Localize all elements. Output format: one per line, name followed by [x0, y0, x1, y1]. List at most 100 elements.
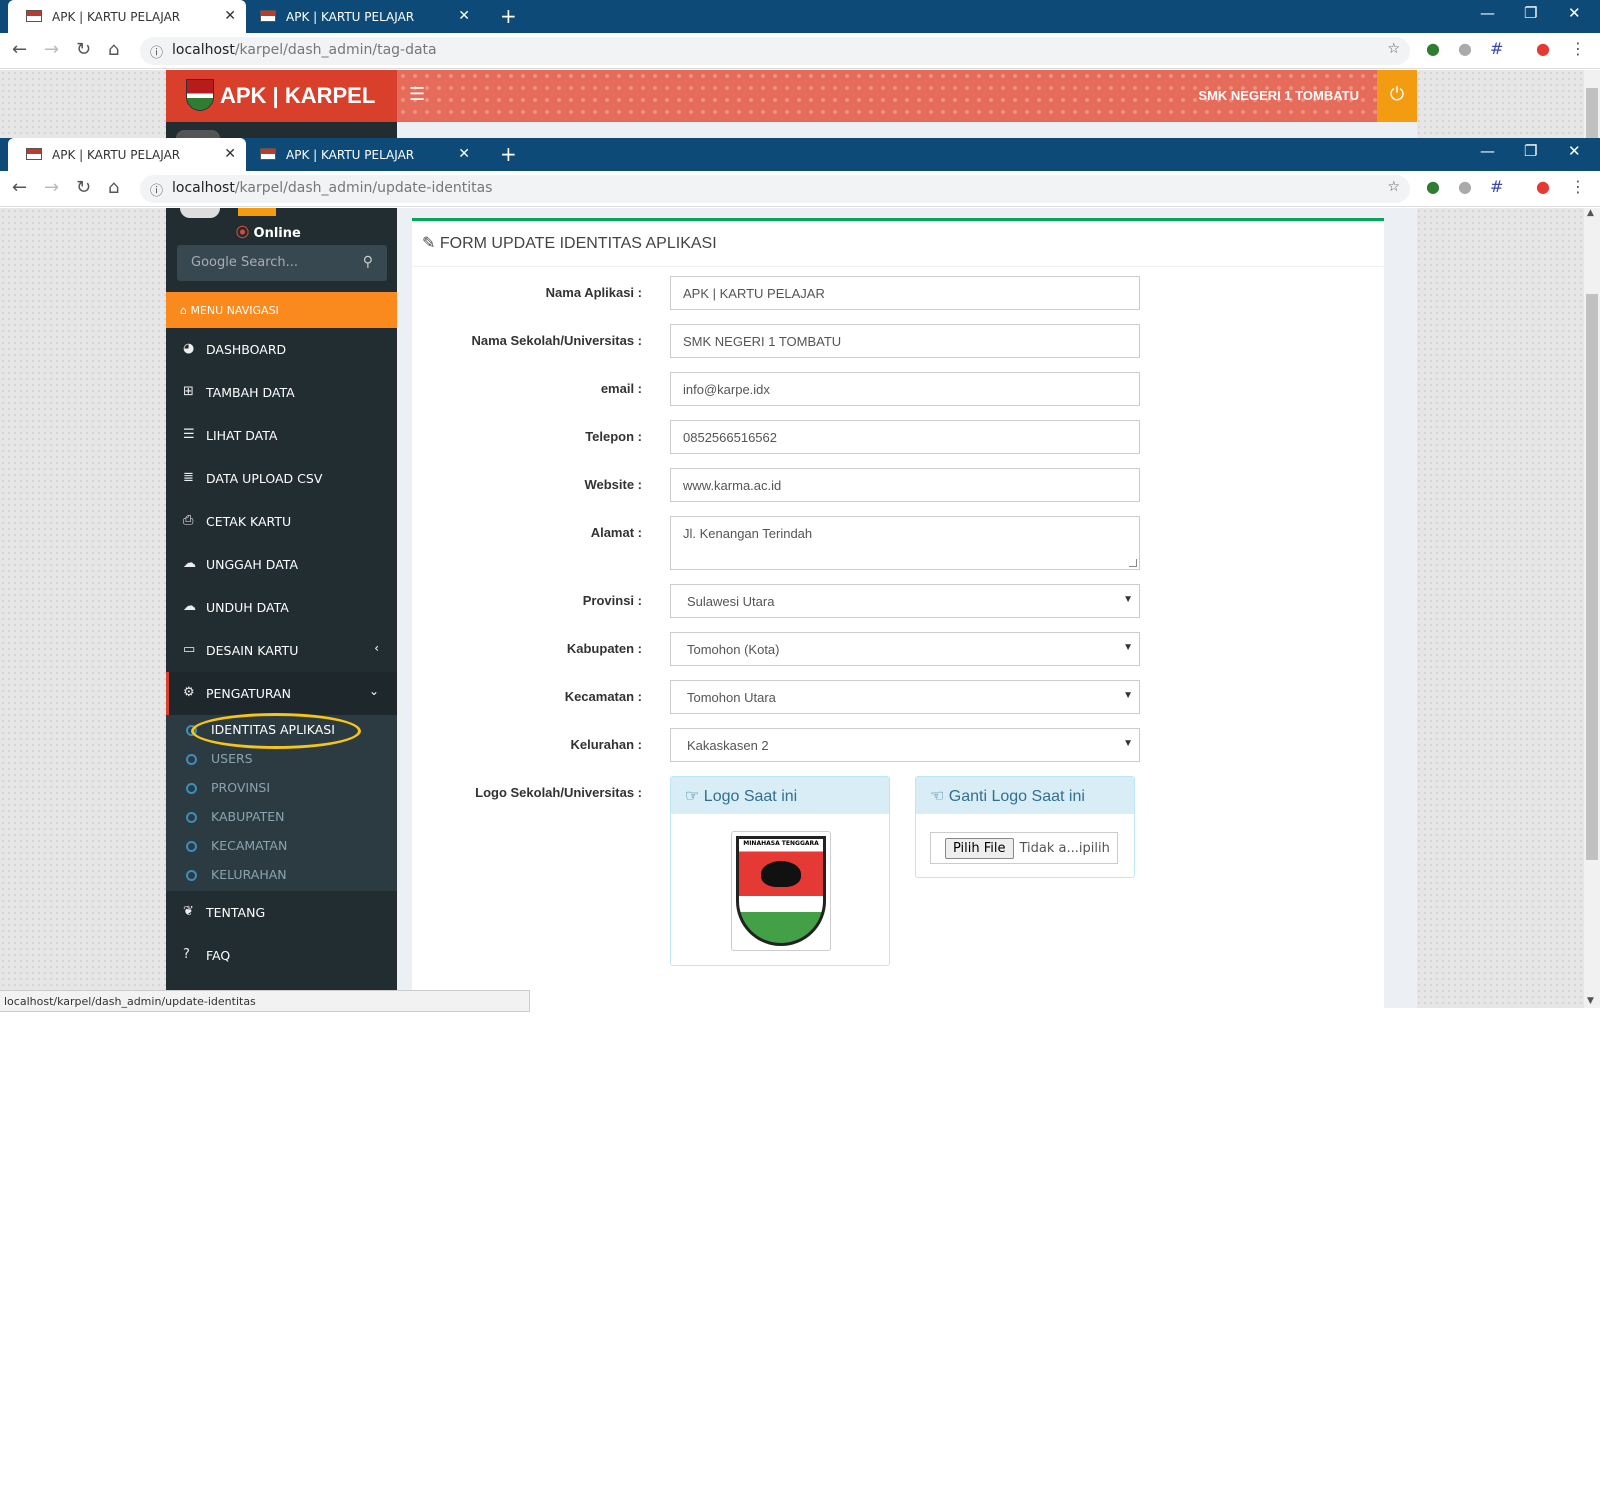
nama-aplikasi-input[interactable]: APK | KARTU PELAJAR [670, 276, 1140, 310]
extension-t-icon[interactable]: ● [1536, 39, 1550, 58]
circle-icon [186, 841, 197, 852]
website-input[interactable]: www.karma.ac.id [670, 468, 1140, 502]
sidebar-item-lihat-data[interactable]: ☰ LIHAT DATA [166, 414, 397, 457]
submenu-item-kecamatan[interactable]: KECAMATAN [166, 831, 397, 860]
info-icon[interactable]: ⓘ [150, 180, 163, 199]
menu-heading-text: MENU NAVIGASI [190, 304, 279, 317]
sidebar-item-pengaturan[interactable]: ⚙ PENGATURAN ⌄ [166, 672, 397, 715]
browser2-tab-2[interactable]: APK | KARTU PELAJAR ✕ [242, 138, 480, 171]
caret-down-icon: ▼ [1123, 690, 1133, 701]
new-tab-icon[interactable]: + [500, 142, 517, 166]
new-tab-icon[interactable]: + [500, 4, 517, 28]
extension-globe-icon[interactable]: ● [1426, 177, 1440, 196]
back-icon[interactable]: ← [12, 39, 27, 60]
browser2-tab-1[interactable]: APK | KARTU PELAJAR ✕ [8, 138, 246, 171]
scrollbar[interactable] [1584, 70, 1600, 138]
forward-icon[interactable]: → [44, 39, 59, 60]
reload-icon[interactable]: ↻ [76, 177, 91, 198]
extension-t-icon[interactable]: ● [1536, 177, 1550, 196]
sidebar-item-label: DESAIN KARTU [206, 643, 299, 658]
extension-grid-icon[interactable]: # [1490, 177, 1503, 196]
nama-sekolah-input[interactable]: SMK NEGERI 1 TOMBATU [670, 324, 1140, 358]
question-icon: ? [183, 947, 190, 962]
scroll-down-icon[interactable]: ▼ [1587, 996, 1594, 1006]
tab-label: APK | KARTU PELAJAR [286, 147, 415, 162]
submenu-item-label: KELURAHAN [211, 867, 287, 882]
extension-world-icon[interactable]: ● [1458, 177, 1472, 196]
restore-icon[interactable]: ❐ [1524, 142, 1537, 160]
resize-grip-icon[interactable] [1129, 559, 1137, 567]
email-input[interactable]: info@karpe.idx [670, 372, 1140, 406]
sidebar-item-unggah-data[interactable]: ☁ UNGGAH DATA [166, 543, 397, 586]
extension-grid-icon[interactable]: # [1490, 39, 1503, 58]
extension-world-icon[interactable]: ● [1458, 39, 1472, 58]
extension-globe-icon[interactable]: ● [1426, 39, 1440, 58]
close-window-icon[interactable]: ✕ [1568, 142, 1581, 160]
pengaturan-submenu: IDENTITAS APLIKASI USERS PROVINSI KABUPA… [166, 713, 397, 891]
sidebar-item-dashboard[interactable]: ◕ DASHBOARD [166, 328, 397, 371]
submenu-item-label: USERS [211, 751, 253, 766]
address-bar[interactable]: ⓘ localhost/karpel/dash_admin/tag-data ☆ [140, 37, 1410, 65]
address-bar[interactable]: ⓘ localhost/karpel/dash_admin/update-ide… [140, 175, 1410, 203]
back-icon[interactable]: ← [12, 177, 27, 198]
logout-button[interactable]: ⏻ [1377, 70, 1417, 122]
panel-heading: ☜ Ganti Logo Saat ini [916, 777, 1134, 814]
sidebar-item-desain-kartu[interactable]: ▭ DESAIN KARTU ‹ [166, 629, 397, 672]
url-path: /karpel/dash_admin/tag-data [234, 42, 437, 58]
browser1-tab-1[interactable]: APK | KARTU PELAJAR ✕ [8, 0, 246, 33]
star-icon[interactable]: ☆ [1387, 179, 1400, 195]
change-logo-panel: ☜ Ganti Logo Saat ini Pilih File Tidak a.… [915, 776, 1135, 878]
kelurahan-select[interactable]: Kakaskasen 2 ▼ [670, 728, 1140, 762]
kabupaten-select[interactable]: Tomohon (Kota) ▼ [670, 632, 1140, 666]
search-icon[interactable]: ⚲ [363, 254, 373, 270]
sidebar-item-data-upload-csv[interactable]: ≣ DATA UPLOAD CSV [166, 457, 397, 500]
hamburger-icon[interactable]: ☰ [409, 84, 425, 105]
kecamatan-select[interactable]: Tomohon Utara ▼ [670, 680, 1140, 714]
app-brand[interactable]: APK | KARPEL [166, 70, 397, 122]
minimize-icon[interactable]: — [1480, 142, 1495, 160]
submenu-item-kelurahan[interactable]: KELURAHAN [166, 860, 397, 889]
sidebar-top [166, 122, 397, 138]
forward-icon[interactable]: → [44, 177, 59, 198]
sidebar-item-tentang[interactable]: ❦ TENTANG [166, 891, 397, 934]
close-tab-icon[interactable]: ✕ [224, 146, 236, 162]
favicon-icon [26, 10, 42, 22]
sidebar-item-cetak-kartu[interactable]: ⎙ CETAK KARTU [166, 500, 397, 543]
file-input[interactable]: Pilih File Tidak a...ipilih [930, 832, 1118, 864]
sidebar-item-tambah-data[interactable]: ⊞ TAMBAH DATA [166, 371, 397, 414]
sidebar-item-faq[interactable]: ? FAQ [166, 934, 397, 977]
sidebar-item-unduh-data[interactable]: ☁ UNDUH DATA [166, 586, 397, 629]
scrollbar[interactable]: ▲ ▼ [1584, 208, 1600, 1008]
brand-text: APK | KARPEL [220, 83, 376, 108]
provinsi-select[interactable]: Sulawesi Utara ▼ [670, 584, 1140, 618]
field-label: Kecamatan : [564, 689, 642, 704]
status-bar-url: localhost/karpel/dash_admin/update-ident… [4, 995, 256, 1008]
close-tab-icon[interactable]: ✕ [224, 8, 236, 24]
menu-dots-icon[interactable]: ⋮ [1570, 177, 1586, 196]
close-tab-icon[interactable]: ✕ [458, 8, 470, 24]
tab-label: APK | KARTU PELAJAR [286, 9, 415, 24]
star-icon[interactable]: ☆ [1387, 41, 1400, 57]
menu-dots-icon[interactable]: ⋮ [1570, 39, 1586, 58]
close-tab-icon[interactable]: ✕ [458, 146, 470, 162]
home-icon[interactable]: ⌂ [108, 39, 119, 60]
submenu-item-provinsi[interactable]: PROVINSI [166, 773, 397, 802]
select-value: Tomohon Utara [687, 690, 776, 705]
submenu-item-kabupaten[interactable]: KABUPATEN [166, 802, 397, 831]
choose-file-button[interactable]: Pilih File [945, 838, 1014, 859]
restore-icon[interactable]: ❐ [1524, 4, 1537, 22]
telepon-input[interactable]: 0852566516562 [670, 420, 1140, 454]
browser1-tab-2[interactable]: APK | KARTU PELAJAR ✕ [242, 0, 480, 33]
online-status: ⦿ Online [236, 222, 301, 241]
home-icon[interactable]: ⌂ [108, 177, 119, 198]
dashboard-icon: ◕ [183, 341, 195, 356]
info-icon[interactable]: ⓘ [150, 42, 163, 61]
reload-icon[interactable]: ↻ [76, 39, 91, 60]
circle-icon [186, 812, 197, 823]
circle-icon [186, 783, 197, 794]
alamat-textarea[interactable]: Jl. Kenangan Terindah [670, 516, 1140, 570]
scroll-up-icon[interactable]: ▲ [1587, 208, 1594, 218]
close-window-icon[interactable]: ✕ [1568, 4, 1581, 22]
sidebar-search-input[interactable]: Google Search... ⚲ [177, 245, 387, 281]
minimize-icon[interactable]: — [1480, 4, 1495, 22]
